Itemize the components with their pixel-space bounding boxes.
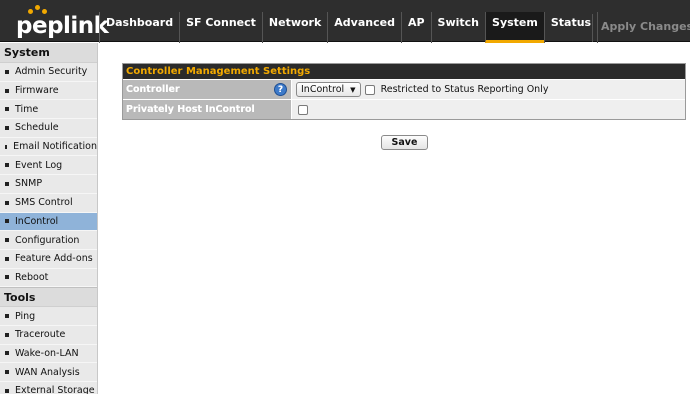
sidebar-item-time[interactable]: Time [0, 100, 97, 120]
bullet-icon [5, 332, 9, 337]
controller-label: Controller [126, 84, 180, 95]
nav-dashboard[interactable]: Dashboard [99, 12, 179, 43]
sidebar-item-label: Wake-on-LAN [15, 347, 79, 359]
privately-host-label-cell: Privately Host InControl [123, 100, 292, 119]
question-mark-icon[interactable]: ? [274, 83, 287, 96]
save-button[interactable]: Save [381, 135, 428, 150]
sidebar-item-label: Time [15, 103, 39, 115]
nav-system[interactable]: System [485, 12, 544, 43]
nav-advanced[interactable]: Advanced [327, 12, 401, 43]
chevron-down-icon: ▼ [350, 85, 356, 94]
peplink-logo[interactable]: peplink [8, 3, 109, 39]
bullet-icon [5, 88, 9, 93]
controller-value-cell: InControl ▼ Restricted to Status Reporti… [292, 80, 685, 99]
bullet-icon [5, 238, 9, 243]
sidebar-heading-system: System [0, 43, 97, 63]
sidebar-item-incontrol[interactable]: InControl [0, 212, 97, 232]
apply-changes-button[interactable]: Apply Changes [592, 14, 690, 42]
sidebar-item-label: Feature Add-ons [15, 253, 93, 265]
sidebar-item-schedule[interactable]: Schedule [0, 119, 97, 138]
sidebar-item-wake-on-lan[interactable]: Wake-on-LAN [0, 345, 97, 364]
bullet-icon [5, 388, 9, 393]
privately-host-value-cell [292, 100, 685, 119]
bullet-icon [5, 351, 9, 356]
main-nav: Dashboard SF Connect Network Advanced AP… [99, 12, 599, 43]
privately-host-row: Privately Host InControl [123, 99, 685, 119]
bullet-icon [5, 200, 9, 205]
sidebar-item-traceroute[interactable]: Traceroute [0, 326, 97, 345]
sidebar-item-label: Reboot [15, 271, 49, 283]
sidebar-item-reboot[interactable]: Reboot [0, 269, 97, 288]
bullet-icon [5, 69, 9, 74]
sidebar-item-label: InControl [15, 215, 59, 227]
bullet-icon [5, 314, 9, 319]
bullet-icon [5, 219, 9, 224]
sidebar-item-label: Admin Security [15, 66, 88, 78]
privately-host-checkbox[interactable] [298, 104, 308, 115]
bullet-icon [5, 181, 9, 186]
nav-sf-connect[interactable]: SF Connect [179, 12, 262, 43]
sidebar-item-label: Event Log [15, 159, 63, 171]
sidebar-item-label: SNMP [15, 178, 43, 190]
sidebar-item-firmware[interactable]: Firmware [0, 82, 97, 101]
bullet-icon [5, 370, 9, 375]
sidebar-item-label: Firmware [15, 85, 59, 97]
controller-select[interactable]: InControl ▼ [296, 82, 361, 97]
nav-switch[interactable]: Switch [430, 12, 485, 43]
nav-network[interactable]: Network [261, 12, 327, 43]
nav-ap[interactable]: AP [400, 12, 431, 43]
sidebar-item-admin-security[interactable]: Admin Security [0, 63, 97, 82]
nav-status[interactable]: Status [543, 12, 599, 43]
sidebar-heading-tools: Tools [0, 287, 97, 308]
sidebar-item-external-storage[interactable]: External Storage [0, 382, 97, 394]
bullet-icon [5, 144, 8, 149]
sidebar-item-label: SMS Control [15, 197, 73, 209]
logo-wordmark: peplink [16, 13, 109, 39]
bullet-icon [5, 163, 9, 168]
privately-host-label: Privately Host InControl [126, 104, 255, 115]
controller-select-value: InControl [301, 84, 345, 95]
bullet-icon [5, 256, 9, 261]
sidebar-item-feature-add-ons[interactable]: Feature Add-ons [0, 250, 97, 269]
restricted-checkbox[interactable] [364, 84, 375, 95]
sidebar-item-email-notification[interactable]: Email Notification [0, 138, 97, 157]
sidebar-item-label: Traceroute [15, 329, 66, 341]
sidebar-item-label: Schedule [15, 122, 59, 134]
bullet-icon [5, 107, 9, 112]
sidebar-item-ping[interactable]: Ping [0, 307, 97, 326]
controller-management-panel: Controller Management Settings Controlle… [122, 63, 686, 120]
sidebar-item-sms-control[interactable]: SMS Control [0, 194, 97, 213]
sidebar-item-label: Configuration [15, 234, 80, 246]
sidebar-item-configuration[interactable]: Configuration [0, 231, 97, 250]
sidebar-item-label: Ping [15, 310, 36, 322]
sidebar-item-label: Email Notification [13, 141, 97, 153]
sidebar-item-event-log[interactable]: Event Log [0, 156, 97, 176]
bullet-icon [5, 275, 9, 280]
panel-title: Controller Management Settings [123, 64, 685, 79]
sidebar-item-snmp[interactable]: SNMP [0, 175, 97, 194]
sidebar-item-label: WAN Analysis [15, 366, 80, 378]
sidebar: System Admin Security Firmware Time Sche… [0, 43, 98, 394]
sidebar-item-wan-analysis[interactable]: WAN Analysis [0, 363, 97, 382]
controller-label-cell: Controller ? [123, 80, 292, 99]
restricted-label: Restricted to Status Reporting Only [380, 84, 549, 95]
controller-row: Controller ? InControl ▼ Restricted to S… [123, 79, 685, 99]
sidebar-item-label: External Storage [15, 385, 95, 394]
top-bar: peplink Dashboard SF Connect Network Adv… [0, 0, 690, 43]
bullet-icon [5, 125, 9, 130]
